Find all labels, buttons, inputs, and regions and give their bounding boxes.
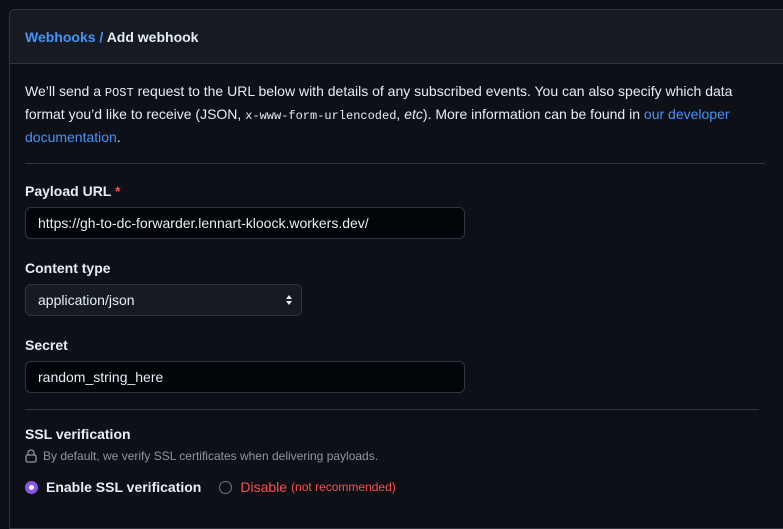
secret-label: Secret [25, 337, 68, 353]
lock-icon [25, 449, 37, 463]
intro-text: We’ll send a POST request to the URL bel… [25, 81, 765, 164]
page-title: Add webhook [106, 29, 199, 45]
ssl-verification-title: SSL verification [25, 426, 131, 442]
enable-ssl-radio[interactable] [25, 480, 38, 494]
breadcrumb-separator: / [99, 29, 104, 45]
content-type-label: Content type [25, 260, 111, 276]
secret-input[interactable]: random_string_here [25, 361, 465, 393]
disable-ssl-label[interactable]: Disable [240, 479, 287, 495]
enable-ssl-label[interactable]: Enable SSL verification [46, 479, 201, 495]
form-encoding-code: x-www-form-urlencoded [245, 109, 397, 123]
webhook-form-box: Webhooks / Add webhook We’ll send a POST… [9, 9, 783, 529]
payload-url-label: Payload URL * [25, 183, 121, 199]
not-recommended-note: (not recommended) [291, 480, 396, 494]
disable-ssl-radio[interactable] [219, 480, 233, 494]
content-type-value: application/json [38, 292, 135, 308]
required-mark: * [115, 183, 121, 199]
section-divider [25, 409, 759, 410]
ssl-note: By default, we verify SSL certificates w… [25, 449, 768, 463]
breadcrumb-webhooks-link[interactable]: Webhooks [25, 29, 96, 45]
breadcrumb: Webhooks / Add webhook [10, 10, 783, 64]
select-arrows-icon [286, 295, 292, 305]
post-code: POST [104, 86, 134, 100]
payload-url-input[interactable]: https://gh-to-dc-forwarder.lennart-klooc… [25, 207, 465, 239]
content-type-select[interactable]: application/json [25, 284, 302, 316]
ssl-radio-group: Enable SSL verification Disable (not rec… [25, 479, 768, 495]
